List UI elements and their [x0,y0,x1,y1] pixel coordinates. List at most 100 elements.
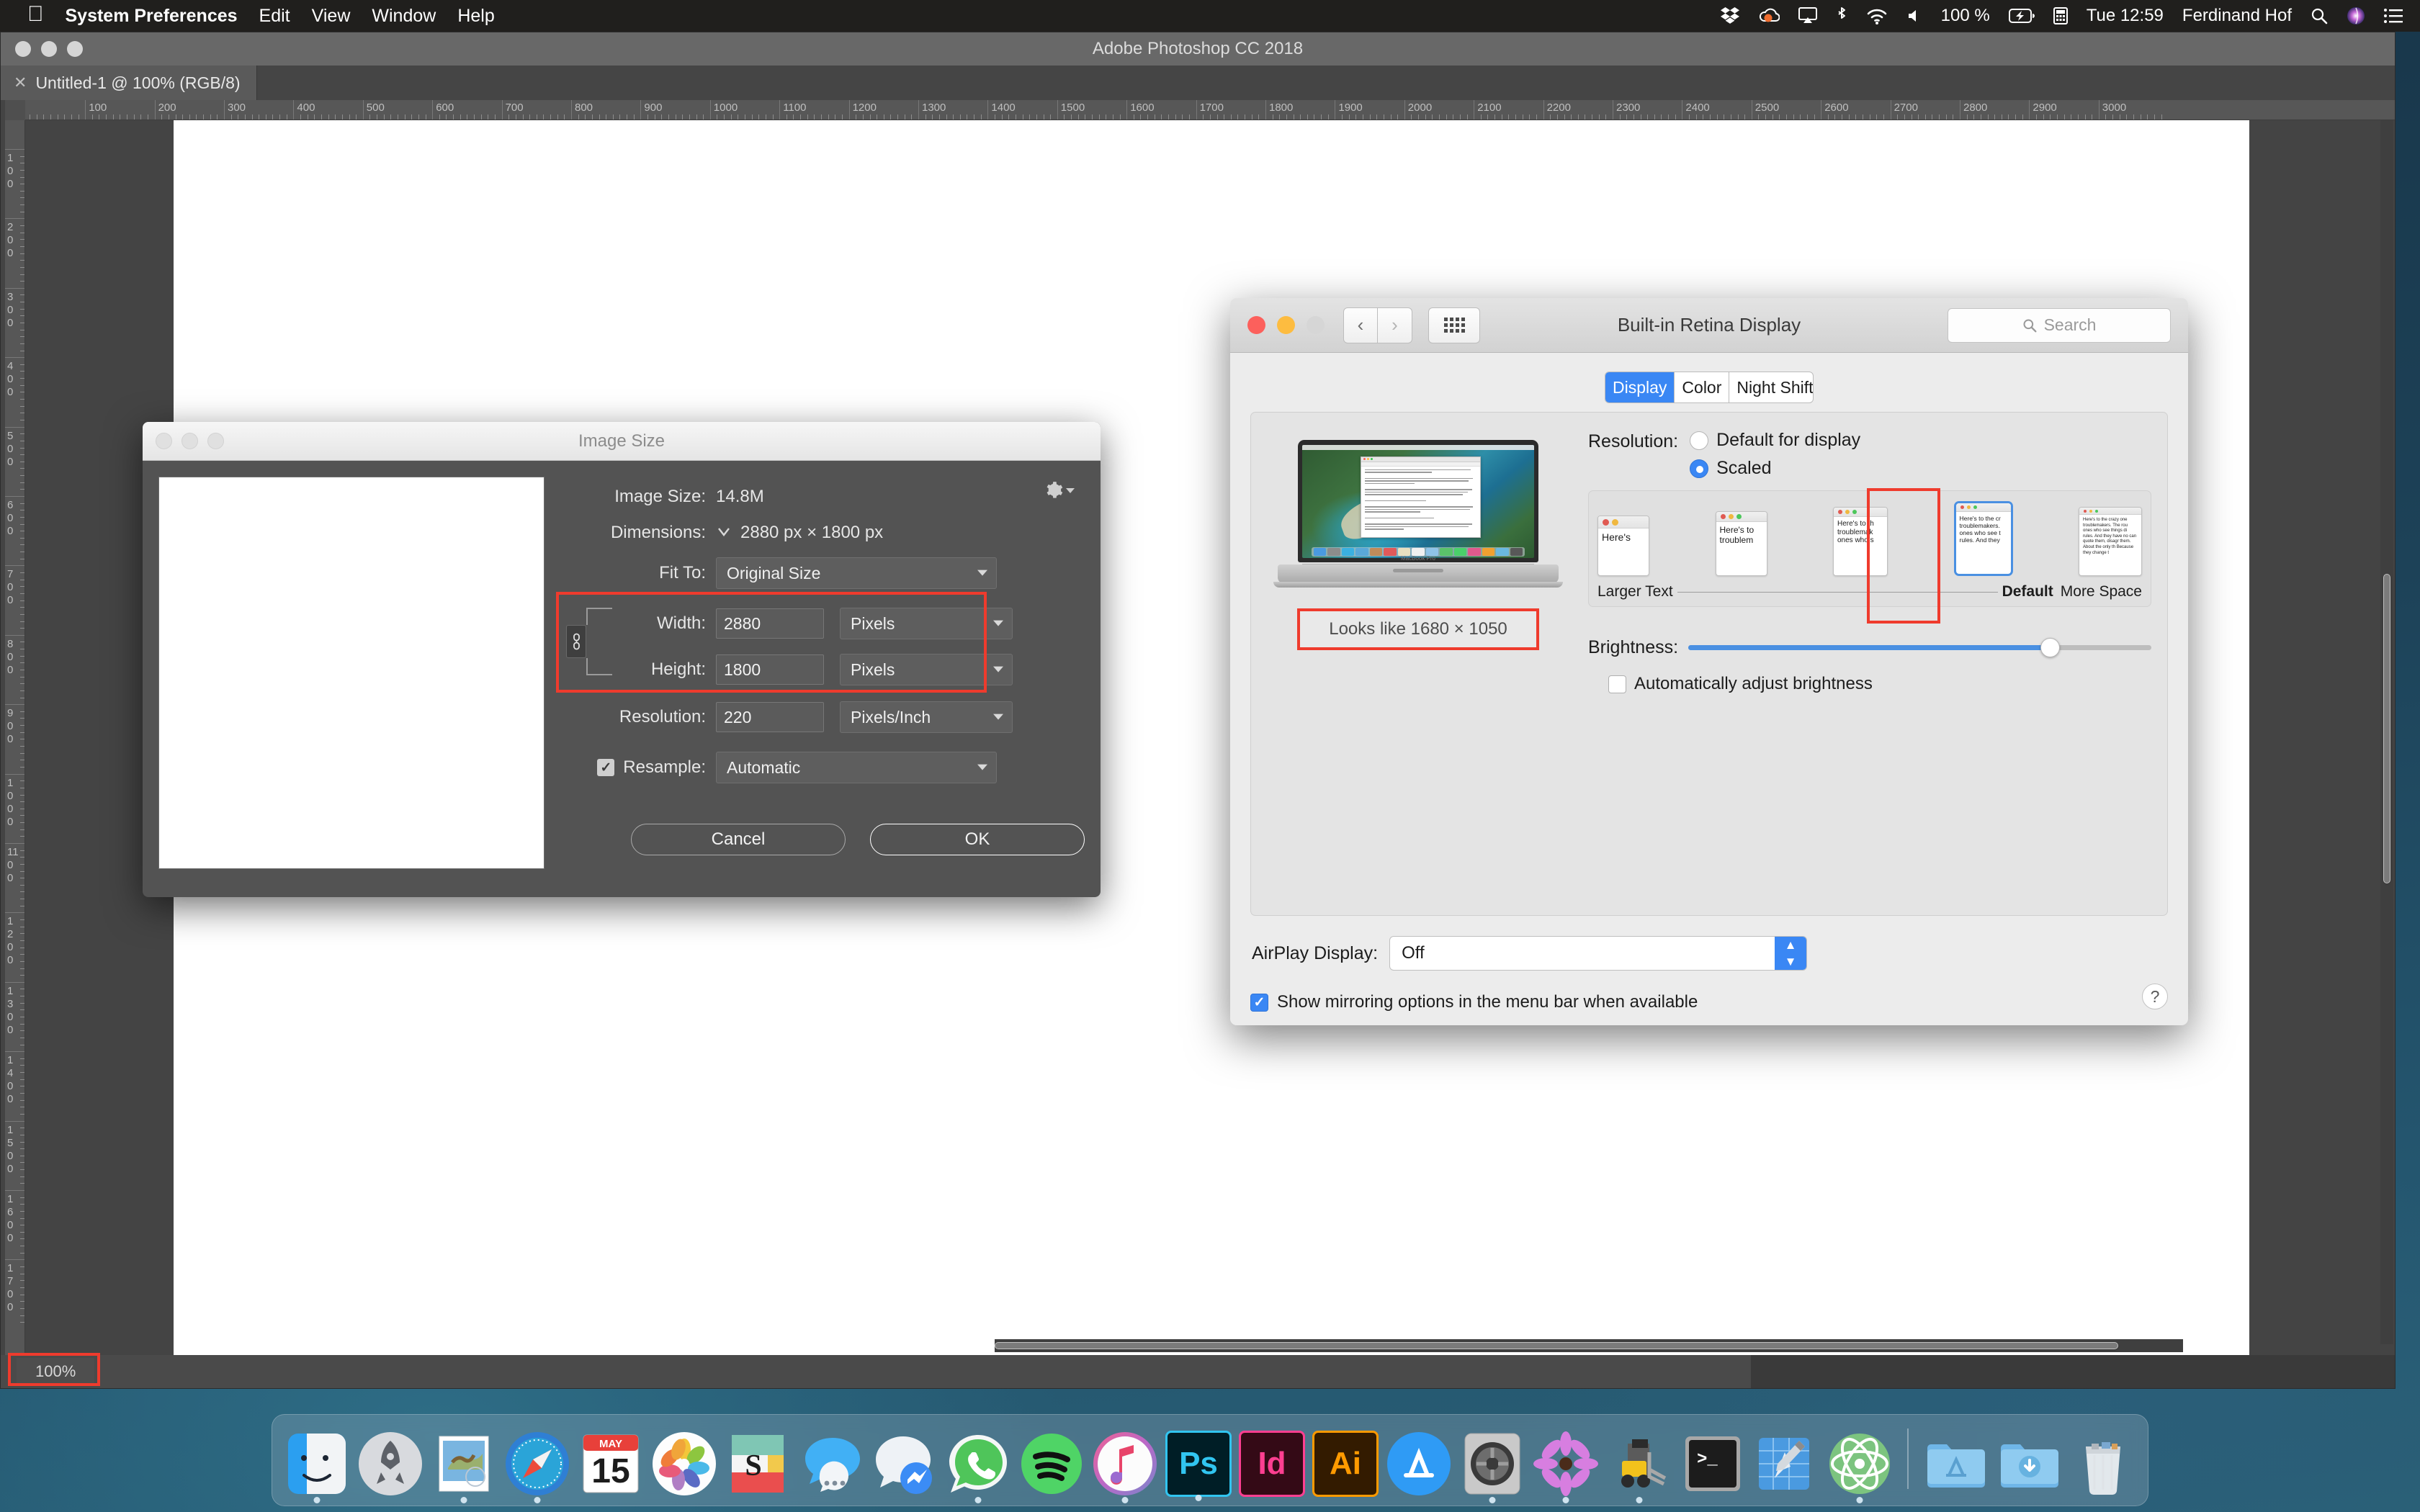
scrollbar-thumb[interactable] [995,1342,2118,1349]
height-unit-select[interactable]: Pixels [840,654,1013,685]
resample-checkbox[interactable]: ✓ [597,759,615,776]
apple-icon[interactable]:  [27,4,44,25]
horizontal-ruler[interactable]: 0100200300400500600700800900100011001200… [25,100,2395,120]
tab-color[interactable]: Color [1675,372,1730,402]
minimize-button[interactable] [182,433,198,449]
chevron-right-icon[interactable]: › [1378,307,1412,343]
bluetooth-icon[interactable] [1836,6,1847,25]
tab-night-shift[interactable]: Night Shift [1729,372,1813,402]
radio-button[interactable] [1690,431,1709,450]
calculator-icon[interactable] [2053,7,2068,24]
menu-view[interactable]: View [312,6,351,27]
zoom-button[interactable] [207,433,224,449]
close-button[interactable] [1247,316,1265,334]
width-unit-select[interactable]: Pixels [840,608,1013,639]
help-icon[interactable]: ? [2142,984,2168,1009]
dock-item-photoshop[interactable]: Ps [1165,1431,1232,1501]
brightness-slider[interactable] [1688,638,2151,657]
search-icon[interactable] [2311,7,2328,24]
scale-option-4-default[interactable]: Here's to the cr troublemakers. ones who… [1953,501,2013,576]
airplay-select[interactable]: Off ▲ ▼ [1389,936,1808,971]
dock-item-xcode[interactable] [1753,1431,1819,1497]
radio-default-for-display[interactable]: Default for display [1690,430,1860,451]
window-controls[interactable] [15,41,83,57]
slider-knob[interactable] [2040,638,2060,657]
minimize-button[interactable] [41,41,57,57]
menubar-user[interactable]: Ferdinand Hof [2182,6,2292,26]
close-icon[interactable]: ✕ [14,73,27,92]
resolution-input[interactable]: 220 [716,702,824,732]
width-input[interactable]: 2880 [716,608,824,639]
scale-option-5[interactable]: Here's to the crazy one troublemakers. T… [2079,507,2142,576]
scrollbar-thumb[interactable] [2383,574,2390,883]
dock-item-preview[interactable] [1533,1431,1599,1503]
dock-item-app-store[interactable] [1386,1431,1452,1497]
radio-button[interactable] [1690,459,1709,478]
volume-icon[interactable] [1906,8,1922,24]
auto-brightness-checkbox[interactable] [1608,675,1626,693]
dock-item-applications-folder[interactable] [1923,1431,1989,1497]
dock-item-safari[interactable] [504,1431,570,1503]
dock-item-calendar[interactable]: MAY 15 [578,1431,644,1497]
dock-item-launchpad[interactable] [357,1431,424,1497]
ok-button[interactable]: OK [870,824,1085,855]
dock-item-spotify[interactable] [1018,1431,1085,1497]
menu-help[interactable]: Help [457,6,494,27]
radio-scaled[interactable]: Scaled [1690,458,1860,479]
link-icon[interactable] [566,625,586,658]
zoom-button[interactable] [67,41,83,57]
dock-item-forklift[interactable] [1606,1431,1672,1503]
gear-icon[interactable] [1044,481,1075,500]
zoom-level-input[interactable]: 100% [17,1358,95,1385]
chevron-left-icon[interactable]: ‹ [1343,307,1378,343]
airplay-icon[interactable] [1798,7,1817,24]
wifi-icon[interactable] [1866,8,1888,24]
dock-item-illustrator[interactable]: Ai [1312,1431,1379,1497]
dock-item-trash[interactable] [2070,1431,2136,1497]
list-icon[interactable] [2384,8,2403,24]
close-button[interactable] [156,433,172,449]
auto-brightness-checkbox-row[interactable]: Automatically adjust brightness [1608,674,2151,694]
menu-edit[interactable]: Edit [259,6,290,27]
dock-item-messenger[interactable] [871,1431,938,1497]
window-controls[interactable] [1247,316,1325,334]
minimize-button[interactable] [1277,316,1295,334]
chevron-down-icon[interactable] [716,523,732,543]
dock-item-terminal[interactable]: >_ [1680,1431,1746,1497]
stepper-icon[interactable]: ▲ ▼ [1775,937,1807,970]
vertical-ruler[interactable]: 100 200 300 400 500 600 700 800 900 1000 1100 1200 1… [5,120,25,1373]
dialog-window-controls[interactable] [156,433,224,449]
photoshop-titlebar[interactable]: Adobe Photoshop CC 2018 [1,32,2395,66]
cancel-button[interactable]: Cancel [631,824,846,855]
mirroring-checkbox[interactable]: ✓ [1250,993,1268,1012]
dock-item-atom[interactable] [1827,1431,1893,1503]
dock-item-downloads-folder[interactable] [1996,1431,2063,1497]
dropbox-icon[interactable] [1720,7,1739,24]
tab-display[interactable]: Display [1605,372,1675,402]
search-input[interactable]: Search [1948,307,2171,343]
height-input[interactable]: 1800 [716,654,824,685]
dock-item-whatsapp[interactable] [945,1431,1011,1503]
fit-to-select[interactable]: Original Size [716,557,997,589]
horizontal-scrollbar[interactable] [995,1339,2183,1352]
dock-item-sublime-text[interactable]: S [725,1431,791,1497]
dock-item-mail[interactable] [431,1431,497,1503]
scale-option-1[interactable]: Here's [1597,516,1649,576]
onedrive-icon[interactable] [1758,7,1780,24]
mirroring-checkbox-row[interactable]: ✓ Show mirroring options in the menu bar… [1250,992,2168,1012]
menubar-datetime[interactable]: Tue 12:59 [2087,6,2164,26]
dock-item-photos[interactable] [651,1431,717,1497]
scale-option-2[interactable]: Here's to troublem [1715,511,1767,576]
dock-item-messages[interactable] [798,1431,864,1497]
navigation-buttons[interactable]: ‹ › [1343,307,1412,343]
resolution-unit-select[interactable]: Pixels/Inch [840,701,1013,733]
zoom-button[interactable] [1307,316,1325,334]
dock-item-indesign[interactable]: Id [1239,1431,1305,1497]
document-tab[interactable]: ✕ Untitled-1 @ 100% (RGB/8) [1,66,257,100]
system-preferences-titlebar[interactable]: ‹ › Built-in Retina Display Search [1230,298,2188,353]
menu-window[interactable]: Window [372,6,436,27]
menu-app-name[interactable]: System Preferences [66,6,238,27]
image-size-titlebar[interactable]: Image Size [143,422,1101,461]
siri-icon[interactable] [2347,6,2365,25]
grid-icon[interactable] [1428,307,1480,343]
